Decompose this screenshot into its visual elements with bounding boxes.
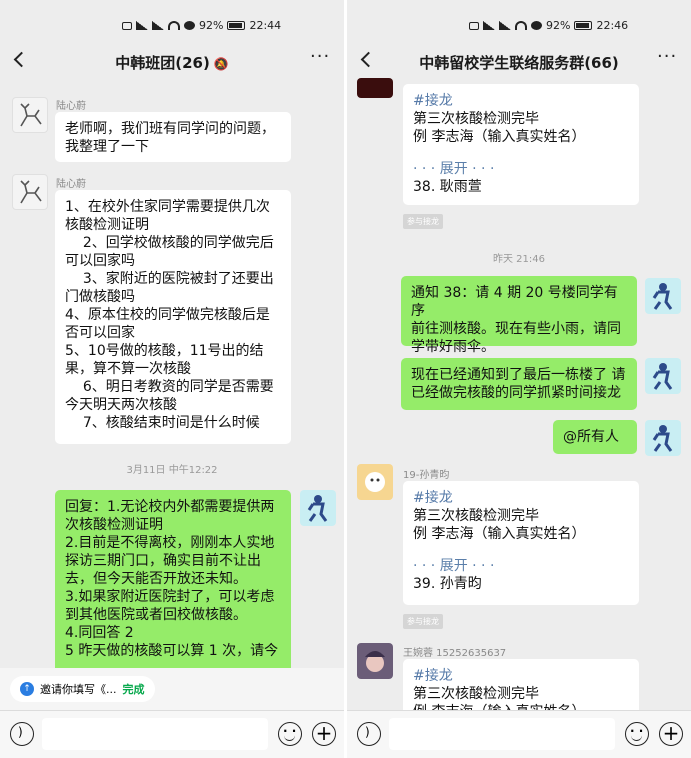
input-bar: + [347,710,691,758]
more-icon[interactable]: ··· [310,48,332,68]
signal-icon [483,21,495,30]
chat-title: 中韩班团(26) 🔕 [0,52,344,73]
avatar[interactable] [12,174,48,210]
status-time: 22:46 [596,19,629,32]
right-chat-screen: 92% 22:46 中韩留校学生联络服务群(66) ··· #接龙 第三次核酸检… [347,0,691,758]
chat-header: 中韩留校学生联络服务群(66) ··· [347,42,691,82]
status-bar: 92% 22:44 [0,0,344,42]
reply-bubble[interactable]: 回复：1.无论校内外都需要提供两 次核酸检测证明 2.目前是不得离校，刚刚本人实… [55,490,291,680]
mute-icon: 🔕 [213,57,229,71]
emoji-icon[interactable] [625,722,649,746]
message-text: @所有人 [563,429,619,445]
wifi-icon [515,21,527,30]
jielong-card[interactable]: #接龙 第三次核酸检测完毕 例 李志海（输入真实姓名） · · · 展开 · ·… [403,84,639,205]
status-icons: 92% 22:44 [122,19,281,32]
message-text: 通知 38：请 4 期 20 号楼同学有序 前往测核酸。现在有些小雨，请同 学带… [411,285,621,355]
done-label: 完成 [122,683,145,696]
battery-icon [227,21,246,30]
message-bubble[interactable]: 1、在校外住家同学需要提供几次 核酸检测证明 2、回学校做核酸的同学做完后 可以… [55,190,291,444]
join-chip[interactable]: 参与接龙 [403,614,443,629]
sender-name: 19-孙青昀 [403,470,450,481]
avatar[interactable] [357,78,393,98]
voice-icon[interactable] [10,722,34,746]
my-avatar[interactable] [645,358,681,394]
message-input[interactable] [389,718,615,750]
join-chip[interactable]: 参与接龙 [403,214,443,229]
message-bubble[interactable]: 老师啊，我们班有同学问的问题， 我整理了一下 [55,112,291,162]
sender-name: 陆心蔚 [56,179,86,190]
left-chat-screen: 92% 22:44 中韩班团(26) 🔕 ··· 陆心蔚 老师啊，我们班有同学问的… [0,0,344,758]
expand-link[interactable]: · · · 展开 · · · [413,160,629,178]
notice-bar: ↑ 邀请你填写《... 完成 [0,668,344,710]
status-icons: 92% 22:46 [469,19,628,32]
jielong-tag: #接龙 [413,668,453,684]
message-text: 老师啊，我们班有同学问的问题， 我整理了一下 [65,121,275,155]
notice-text: 邀请你填写《... [40,683,117,696]
status-time: 22:44 [249,19,282,32]
form-icon: ↑ [20,682,34,696]
my-avatar[interactable] [645,278,681,314]
eye-icon [531,21,542,30]
plus-icon[interactable]: + [312,722,336,746]
jielong-card[interactable]: #接龙 第三次核酸检测完毕 例 李志海（输入真实姓名） · · · 展开 · ·… [403,481,639,605]
card-entry: 38. 耿雨萱 [413,179,482,195]
status-bar: 92% 22:46 [347,0,691,42]
more-icon[interactable]: ··· [657,48,679,68]
chat-title: 中韩留校学生联络服务群(66) [347,52,691,73]
avatar[interactable] [357,464,393,500]
timestamp: 3月11日 中午12:22 [126,465,218,476]
card-line: 第三次核酸检测完毕 [413,686,539,702]
sender-name: 王婉蓉 15252635637 [403,648,507,659]
jielong-tag: #接龙 [413,93,453,109]
chat-title-text: 中韩留校学生联络服务群(66) [419,54,619,72]
form-notice[interactable]: ↑ 邀请你填写《... 完成 [10,676,155,702]
battery-percent: 92% [546,19,571,32]
message-bubble[interactable]: 通知 38：请 4 期 20 号楼同学有序 前往测核酸。现在有些小雨，请同 学带… [401,276,637,355]
message-text: 回复：1.无论校内外都需要提供两 次核酸检测证明 2.目前是不得离校，刚刚本人实… [65,499,279,659]
expand-link[interactable]: · · · 展开 · · · [413,557,629,575]
card-line: 例 李志海（输入真实姓名） [413,129,586,145]
battery-icon [574,21,593,30]
signal-icon-2 [152,21,164,30]
card-line: 例 李志海（输入真实姓名） [413,526,586,542]
signal-icon-2 [499,21,511,30]
hd-icon [469,21,479,30]
battery-percent: 92% [199,19,224,32]
message-text: 现在已经通知到了最后一栋楼了 请 已经做完核酸的同学抓紧时间接龙 [411,367,626,401]
plus-icon[interactable]: + [659,722,683,746]
card-line: 第三次核酸检测完毕 [413,111,539,127]
input-bar: + [0,710,344,758]
message-text: 1、在校外住家同学需要提供几次 核酸检测证明 2、回学校做核酸的同学做完后 可以… [65,199,274,431]
eye-icon [184,21,195,30]
card-entry: 39. 孙青昀 [413,576,482,592]
sender-name: 陆心蔚 [56,101,86,112]
timestamp: 昨天 21:46 [493,254,545,265]
chat-title-text: 中韩班团(26) [115,54,210,72]
signal-icon [136,21,148,30]
message-input[interactable] [42,718,268,750]
avatar[interactable] [357,643,393,679]
avatar[interactable] [12,97,48,133]
message-bubble[interactable]: 现在已经通知到了最后一栋楼了 请 已经做完核酸的同学抓紧时间接龙 [401,358,637,410]
wifi-icon [168,21,180,30]
my-avatar[interactable] [300,490,336,526]
voice-icon[interactable] [357,722,381,746]
emoji-icon[interactable] [278,722,302,746]
hd-icon [122,21,132,30]
jielong-tag: #接龙 [413,490,453,506]
card-line: 第三次核酸检测完毕 [413,508,539,524]
chat-header: 中韩班团(26) 🔕 ··· [0,42,344,82]
message-bubble[interactable]: @所有人 [553,420,637,454]
my-avatar[interactable] [645,420,681,456]
